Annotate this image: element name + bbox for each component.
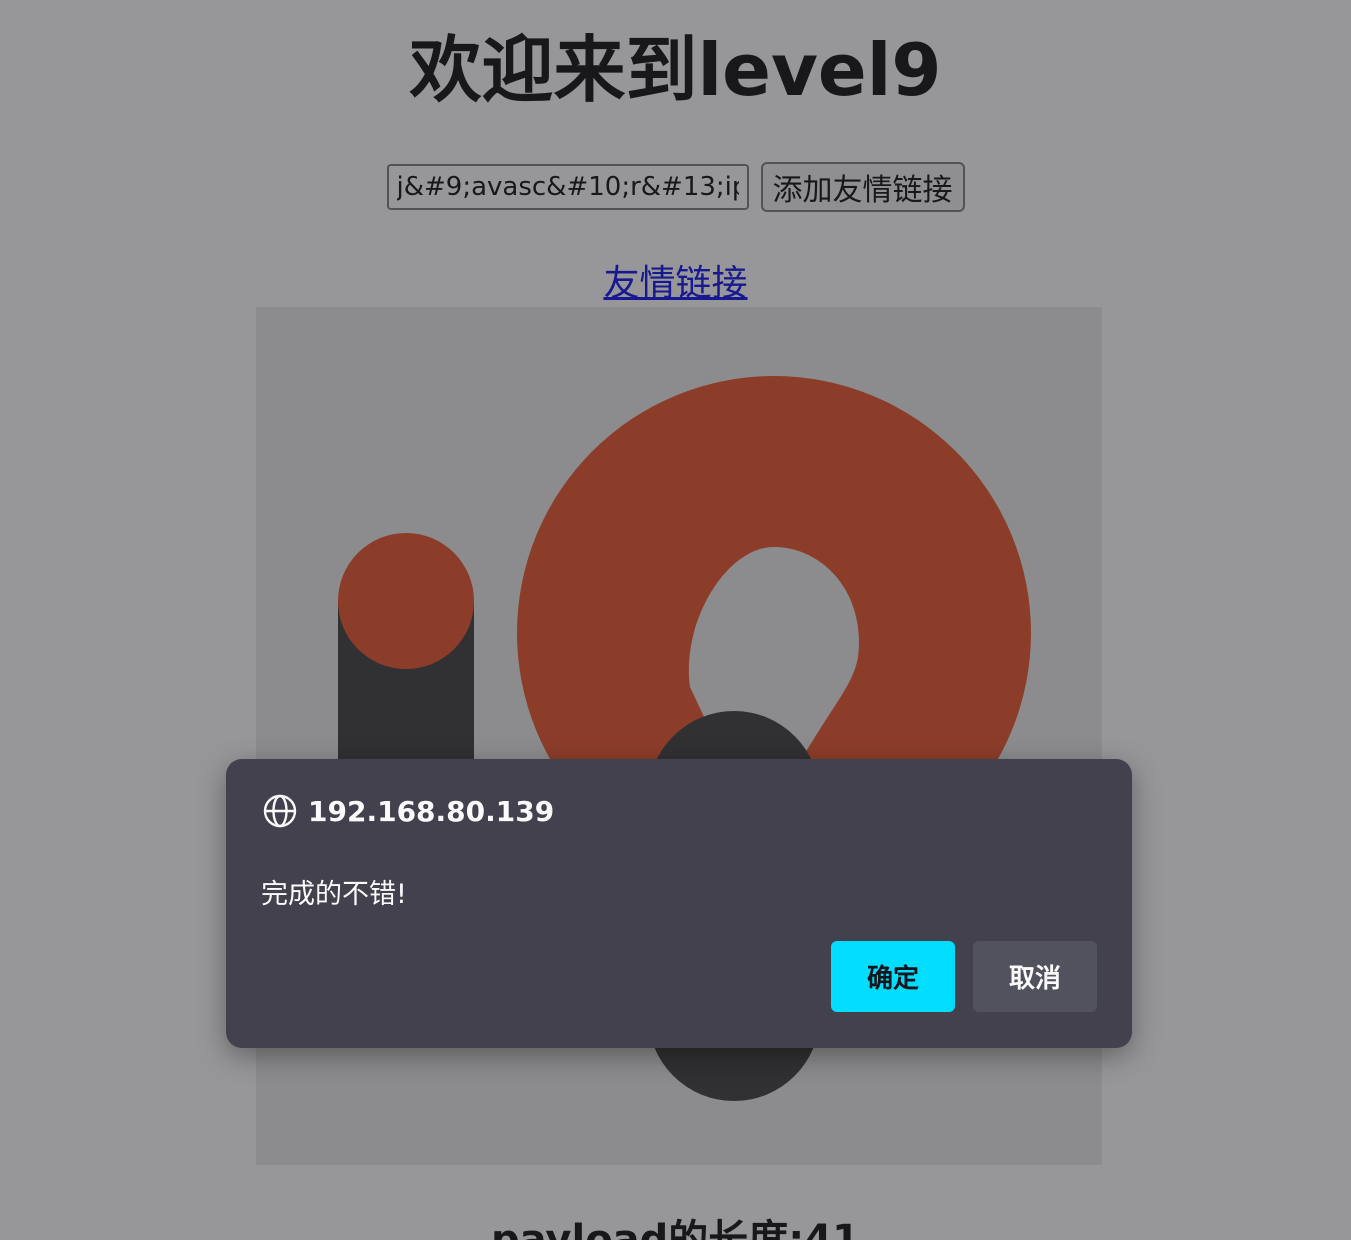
alert-dialog: 192.168.80.139 完成的不错! 确定 取消 [226, 759, 1132, 1048]
globe-icon [263, 794, 297, 828]
cancel-button[interactable]: 取消 [973, 941, 1097, 1012]
modal-overlay [0, 0, 1351, 1240]
dialog-origin: 192.168.80.139 [262, 793, 554, 829]
dialog-origin-text: 192.168.80.139 [308, 794, 555, 828]
page: 欢迎来到level9 添加友情链接 友情链接 payload的长度:41 [0, 0, 1351, 1240]
dialog-message: 完成的不错! [261, 879, 407, 910]
ok-button[interactable]: 确定 [831, 941, 955, 1012]
